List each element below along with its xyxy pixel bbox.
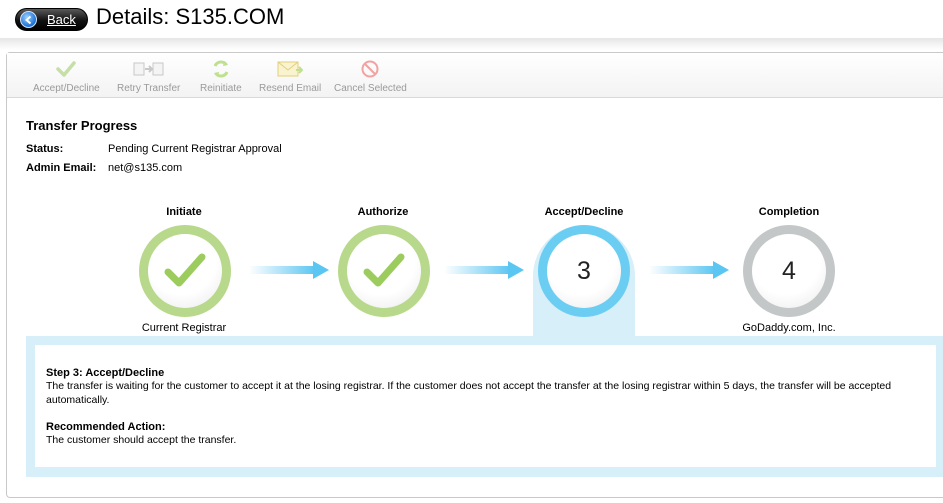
step-completion-label: Completion [758, 206, 820, 218]
recommended-action-text: The customer should accept the transfer. [46, 434, 237, 446]
step-completion-circle: 4 [743, 225, 835, 317]
arrow-right-icon [649, 261, 729, 279]
toolbar-label: Accept/Decline [33, 83, 100, 94]
step-number: 4 [752, 234, 826, 308]
email-icon [277, 59, 304, 79]
admin-email-value: net@s135.com [108, 162, 183, 174]
cancel-selected-button[interactable]: Cancel Selected [334, 59, 407, 95]
cancel-icon [361, 59, 379, 79]
step-initiate-label: Initiate [166, 206, 202, 218]
step-accept-decline-label: Accept/Decline [544, 206, 624, 218]
step-detail-heading: Step 3: Accept/Decline [46, 367, 165, 379]
step-detail-text: The transfer is waiting for the customer… [46, 380, 892, 406]
resend-email-button[interactable]: Resend Email [259, 59, 321, 95]
back-arrow-icon [20, 11, 37, 28]
admin-email-label: Admin Email: [26, 162, 97, 174]
status-label: Status: [26, 143, 64, 155]
arrow-right-icon [249, 261, 329, 279]
recommended-action-heading: Recommended Action: [46, 421, 166, 433]
step-accept-decline-circle: 3 [538, 225, 630, 317]
step-detail-box: Step 3: Accept/Decline The transfer is w… [26, 336, 943, 477]
step-number: 3 [547, 234, 621, 308]
checkmark-icon [56, 59, 77, 79]
page-title: Details: S135.COM [96, 4, 285, 29]
step-detail-content: Step 3: Accept/Decline The transfer is w… [35, 345, 936, 467]
details-panel: Accept/Decline Retry Transfer Reinitiate… [6, 52, 943, 498]
transfer-progress-title: Transfer Progress [26, 118, 138, 133]
toolbar-label: Reinitiate [200, 83, 242, 94]
page-header: Back Details: S135.COM [0, 0, 943, 40]
checkmark-icon [363, 253, 405, 287]
header-divider [0, 38, 943, 50]
step-initiate-registrar: Current Registrar [141, 322, 227, 334]
arrow-right-icon [444, 261, 524, 279]
toolbar: Accept/Decline Retry Transfer Reinitiate… [7, 53, 943, 98]
toolbar-label: Resend Email [259, 83, 322, 94]
step-authorize-label: Authorize [357, 206, 409, 218]
step-initiate-circle [139, 225, 231, 317]
retry-transfer-icon [133, 59, 165, 79]
back-button-label: Back [47, 12, 76, 27]
accept-decline-button[interactable]: Accept/Decline [33, 59, 100, 95]
checkmark-icon [164, 253, 206, 287]
reinitiate-button[interactable]: Reinitiate [200, 59, 242, 95]
step-completion-registrar: GoDaddy.com, Inc. [742, 322, 836, 334]
reinitiate-icon [211, 59, 231, 79]
retry-transfer-button[interactable]: Retry Transfer [117, 59, 180, 95]
toolbar-label: Cancel Selected [334, 83, 407, 94]
status-value: Pending Current Registrar Approval [108, 143, 282, 155]
step-authorize-circle [338, 225, 430, 317]
toolbar-label: Retry Transfer [117, 83, 181, 94]
back-button[interactable]: Back [15, 8, 88, 31]
